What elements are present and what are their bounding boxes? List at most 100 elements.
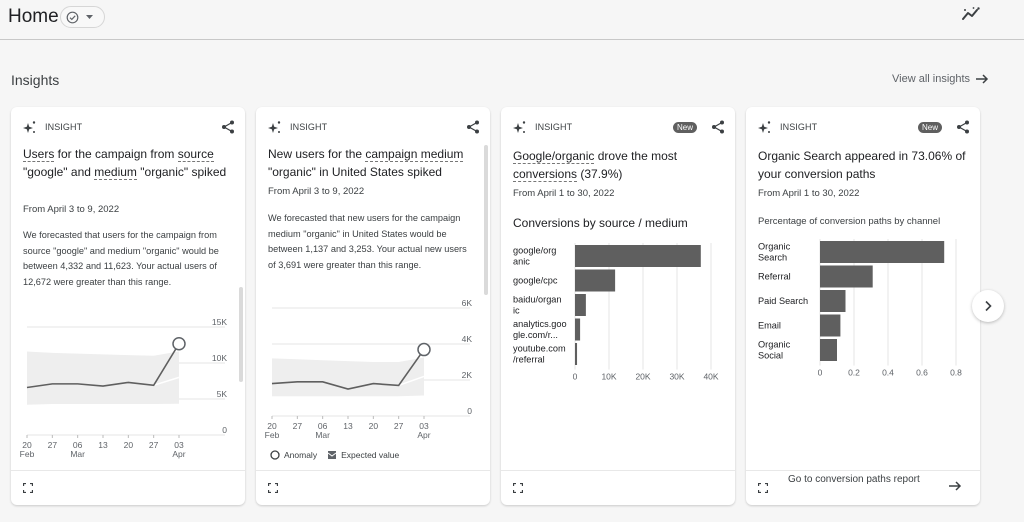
card-footer bbox=[501, 470, 735, 505]
sparkle-icon bbox=[23, 121, 36, 133]
card-label: INSIGHT bbox=[290, 122, 328, 132]
x-tick-label: 27 bbox=[48, 440, 58, 450]
card-footer bbox=[11, 470, 245, 505]
insights-button[interactable] bbox=[961, 6, 981, 27]
bar bbox=[575, 245, 701, 267]
card-label: INSIGHT bbox=[45, 122, 83, 132]
category-label: Organic bbox=[758, 340, 791, 350]
anomaly-circle-icon bbox=[270, 450, 280, 460]
legend-anomaly: Anomaly bbox=[284, 450, 318, 460]
category-label: Search bbox=[758, 253, 787, 263]
x-tick-label: 20 bbox=[124, 440, 134, 450]
next-insights-button[interactable] bbox=[972, 290, 1004, 322]
card-title: New users for the campaign medium "organ… bbox=[268, 147, 464, 179]
conversion-paths-report-link[interactable]: Go to conversion paths report bbox=[788, 472, 928, 488]
category-label: Social bbox=[758, 351, 783, 361]
x-tick-label: 0 bbox=[573, 372, 578, 382]
share-icon[interactable] bbox=[221, 120, 235, 134]
card-label: INSIGHT bbox=[535, 122, 573, 132]
card-header: INSIGHT New bbox=[758, 119, 970, 135]
bar bbox=[820, 314, 841, 337]
x-tick-label: 10K bbox=[601, 372, 616, 382]
metric-link[interactable]: conversions bbox=[513, 167, 578, 182]
share-icon[interactable] bbox=[711, 120, 725, 134]
dimension-link[interactable]: medium bbox=[94, 165, 137, 180]
share-icon[interactable] bbox=[956, 120, 970, 134]
top-bar: Home bbox=[0, 0, 1024, 40]
x-tick-label: 20 bbox=[369, 421, 379, 431]
x-tick-sublabel: Apr bbox=[172, 449, 185, 459]
conversion-paths-by-channel-chart: 0 0.2 0.4 0.6 0.8OrganicSearchReferralPaid S… bbox=[758, 239, 962, 378]
expected-value-icon bbox=[327, 451, 337, 459]
x-tick-sublabel: Mar bbox=[70, 449, 85, 459]
new-badge: New bbox=[672, 121, 697, 133]
dimension-link[interactable]: campaign medium bbox=[365, 147, 464, 162]
card-scrollbar[interactable] bbox=[484, 145, 488, 295]
x-tick-sublabel: Apr bbox=[417, 430, 430, 440]
x-tick-sublabel: Feb bbox=[265, 430, 280, 440]
x-tick-label: 0.8 bbox=[950, 368, 962, 378]
bar bbox=[820, 265, 873, 288]
x-tick-label: 20K bbox=[635, 372, 650, 382]
insight-card-3: INSIGHT New Google/organic drove the mos… bbox=[501, 107, 735, 505]
card-label: INSIGHT bbox=[780, 122, 818, 132]
category-label: ic bbox=[513, 306, 520, 316]
card-date-range: From April 3 to 9, 2022 bbox=[268, 186, 365, 197]
page-status-dropdown[interactable] bbox=[60, 6, 105, 28]
category-label: Referral bbox=[758, 272, 791, 282]
expand-icon[interactable] bbox=[758, 483, 768, 493]
category-label: baidu/organ bbox=[513, 295, 562, 305]
insight-card-2: INSIGHT New users for the campaign mediu… bbox=[256, 107, 490, 505]
chevron-right-icon bbox=[985, 300, 992, 312]
y-tick-label: 2K bbox=[462, 370, 473, 380]
card-description: We forecasted that users for the campaig… bbox=[23, 230, 219, 287]
y-tick-label: 0 bbox=[467, 406, 472, 416]
card-title: Users for the campaign from source "goog… bbox=[23, 147, 227, 180]
insight-card-4: INSIGHT New Organic Search appeared in 7… bbox=[746, 107, 980, 505]
arrow-right-icon[interactable] bbox=[948, 481, 962, 491]
conversions-by-source-chart: 0 10K 20K 30K 40K google/organic google/cpc bai… bbox=[513, 243, 719, 382]
share-icon[interactable] bbox=[466, 120, 480, 134]
expected-range-band bbox=[272, 357, 424, 397]
category-label: Paid Search bbox=[758, 296, 808, 306]
category-label: Email bbox=[758, 321, 781, 331]
arrow-right-icon bbox=[976, 74, 989, 84]
card-scrollbar[interactable] bbox=[239, 287, 243, 382]
metric-link[interactable]: Users bbox=[23, 147, 55, 162]
dimension-link[interactable]: source bbox=[177, 147, 214, 162]
x-tick-label: 27 bbox=[293, 421, 303, 431]
card-header: INSIGHT bbox=[23, 119, 235, 135]
expand-icon[interactable] bbox=[513, 483, 523, 493]
category-label: youtube.com bbox=[513, 344, 566, 354]
y-tick-label: 6K bbox=[462, 300, 473, 308]
bar bbox=[575, 294, 586, 316]
legend-expected-value: Expected value bbox=[341, 450, 400, 460]
bar bbox=[575, 343, 578, 365]
sparkle-icon bbox=[758, 121, 771, 133]
expand-icon[interactable] bbox=[268, 483, 278, 493]
x-tick-label: 0.6 bbox=[916, 368, 928, 378]
card-header: INSIGHT bbox=[268, 119, 480, 135]
category-label: analytics.goo bbox=[513, 319, 567, 329]
anomaly-marker bbox=[172, 337, 186, 351]
card-footer bbox=[256, 470, 490, 505]
new-badge: New bbox=[917, 121, 942, 133]
sparkle-trend-icon bbox=[962, 7, 980, 20]
category-label: gle.com/r... bbox=[513, 330, 558, 340]
category-label: anic bbox=[513, 257, 530, 267]
expected-range-band bbox=[27, 351, 179, 405]
chart-title: Conversions by source / medium bbox=[513, 216, 688, 230]
card-date-range: From April 3 to 9, 2022 bbox=[23, 204, 120, 215]
category-label: Organic bbox=[758, 242, 791, 252]
bar bbox=[820, 290, 846, 312]
y-tick-label: 10K bbox=[212, 353, 227, 363]
view-all-insights-link[interactable]: View all insights bbox=[892, 73, 989, 85]
anomaly-marker bbox=[417, 342, 431, 357]
dimension-link[interactable]: Google/organic bbox=[513, 149, 595, 164]
y-tick-label: 5K bbox=[217, 389, 228, 399]
category-label: /referral bbox=[513, 355, 545, 365]
expand-icon[interactable] bbox=[23, 483, 33, 493]
x-tick-sublabel: Mar bbox=[315, 430, 330, 440]
new-users-anomaly-chart: 02K4K6K20Feb27 06Mar13 20 27 03Apr bbox=[265, 300, 473, 440]
bar bbox=[575, 318, 581, 341]
